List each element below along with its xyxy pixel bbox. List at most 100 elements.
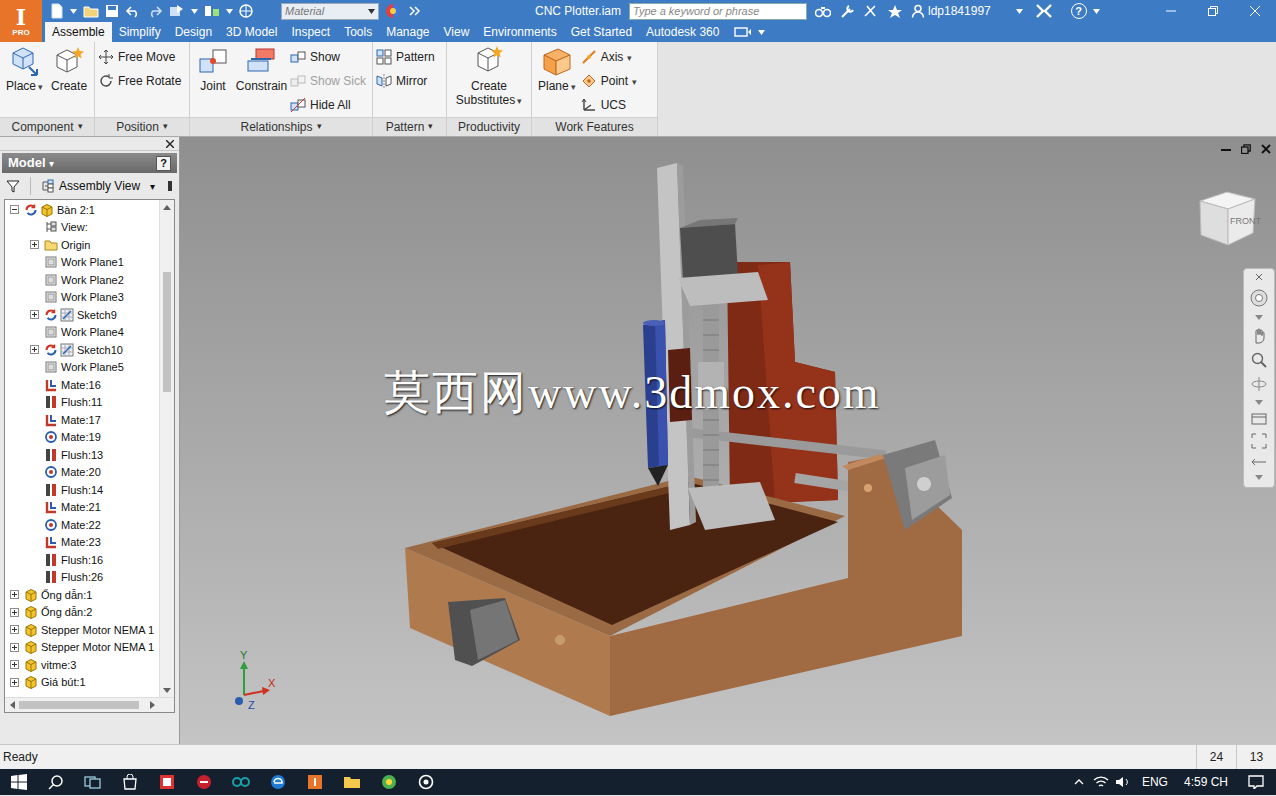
toolbar-icon[interactable] — [815, 3, 831, 19]
tree-item[interactable]: Mate:22 — [5, 516, 159, 534]
group-label[interactable]: Work Features — [532, 117, 657, 136]
tree-item[interactable]: Flush:11 — [5, 394, 159, 412]
show-hidden-icon[interactable] — [1068, 779, 1090, 785]
tree-item[interactable]: Flush:26 — [5, 569, 159, 587]
filter-icon[interactable] — [6, 179, 20, 193]
taskbar-app-icon[interactable] — [296, 769, 333, 795]
taskbar-app-icon[interactable] — [37, 769, 74, 795]
tree-item[interactable]: Work Plane5 — [5, 359, 159, 377]
expand-toggle[interactable] — [30, 345, 39, 354]
browser-header[interactable]: Model▾? — [2, 153, 177, 173]
tree-item[interactable]: Bàn 2:1 — [5, 201, 159, 219]
group-label[interactable]: Component▾ — [0, 117, 94, 136]
toolbar-icon[interactable] — [887, 3, 903, 19]
tree-item[interactable]: Mate:19 — [5, 429, 159, 447]
minimize-icon[interactable] — [1150, 0, 1192, 22]
taskbar-app-icon[interactable] — [74, 769, 111, 795]
toolbar-icon[interactable] — [70, 3, 77, 19]
toolbar-icon[interactable] — [204, 3, 220, 19]
ribbon-tab[interactable]: Assemble — [45, 22, 112, 42]
toolbar-icon[interactable] — [169, 3, 185, 19]
expand-toggle[interactable] — [10, 678, 19, 687]
tree-item[interactable]: Work Plane2 — [5, 271, 159, 289]
ribbon-button[interactable]: Pattern — [376, 45, 438, 69]
expand-toggle[interactable] — [10, 608, 19, 617]
tree-item[interactable]: Work Plane3 — [5, 289, 159, 307]
ribbon-tab[interactable]: 3D Model — [219, 22, 284, 42]
expand-toggle[interactable] — [10, 590, 19, 599]
scrollbar-thumb[interactable] — [19, 701, 139, 709]
expand-toggle[interactable] — [10, 205, 19, 214]
search-field[interactable] — [629, 3, 807, 20]
ribbon-button[interactable]: Free Rotate — [98, 69, 184, 93]
toolbar-icon[interactable] — [191, 3, 198, 19]
tree-item[interactable]: Origin — [5, 236, 159, 254]
tree-item[interactable]: Ống dẫn:2 — [5, 604, 159, 622]
tree-item[interactable]: Work Plane1 — [5, 254, 159, 272]
navigation-icon[interactable] — [1251, 376, 1267, 392]
taskbar-app-icon[interactable] — [148, 769, 185, 795]
taskbar-app-icon[interactable] — [222, 769, 259, 795]
scrollbar-thumb[interactable] — [163, 272, 171, 392]
close-icon[interactable] — [1260, 143, 1272, 155]
volume-icon[interactable] — [1112, 775, 1134, 789]
tree-item[interactable]: Mate:21 — [5, 499, 159, 517]
ribbon-button[interactable]: Show — [290, 45, 369, 69]
toolbar-icon[interactable] — [50, 3, 64, 19]
group-label[interactable]: Pattern▾ — [373, 117, 446, 136]
toolbar-icon[interactable] — [105, 3, 119, 19]
ribbon-tab[interactable]: Design — [168, 22, 219, 42]
ribbon-button[interactable]: Mirror — [376, 69, 438, 93]
taskbar-app-icon[interactable] — [333, 769, 370, 795]
toolbar-icon[interactable] — [147, 3, 163, 19]
clock[interactable]: 4:59 CH — [1176, 773, 1236, 791]
expand-toggle[interactable] — [10, 625, 19, 634]
ribbon-tab[interactable]: Get Started — [564, 22, 639, 42]
tree-item[interactable]: Sketch10 — [5, 341, 159, 359]
tree-item[interactable]: Flush:16 — [5, 551, 159, 569]
tree-item[interactable]: Ống dẫn:1 — [5, 586, 159, 604]
notifications-icon[interactable] — [1236, 775, 1276, 789]
ribbon-tab[interactable]: Tools — [337, 22, 379, 42]
ribbon-button[interactable]: Show Sick — [290, 69, 369, 93]
ribbon-button[interactable]: Axis▾ — [581, 45, 640, 69]
group-label[interactable]: Relationships▾ — [190, 117, 372, 136]
assembly-model[interactable] — [180, 137, 1276, 744]
tree-item[interactable]: Giá bút:1 — [5, 674, 159, 692]
expand-toggle[interactable] — [10, 660, 19, 669]
restore-icon[interactable] — [1192, 0, 1234, 22]
navigation-icon[interactable] — [1251, 328, 1267, 344]
tree-item[interactable]: Work Plane4 — [5, 324, 159, 342]
taskbar-app-icon[interactable] — [111, 769, 148, 795]
group-label[interactable]: Productivity — [447, 117, 531, 136]
view-cube[interactable]: FRONT — [1195, 187, 1259, 247]
app-logo[interactable]: IPRO — [0, 0, 42, 42]
ribbon-button[interactable]: Hide All — [290, 93, 369, 117]
close-icon[interactable] — [165, 140, 175, 148]
exchange-icon[interactable] — [1035, 3, 1053, 19]
graphics-window[interactable]: FRONTYXZ莫西网www.3dmox.com — [180, 137, 1276, 744]
ribbon-button[interactable]: Joint — [193, 45, 233, 93]
help-button[interactable]: ? — [156, 156, 171, 171]
ribbon-tab[interactable]: Inspect — [284, 22, 337, 42]
tree-item[interactable]: Mate:17 — [5, 411, 159, 429]
ribbon-button[interactable]: Place▾ — [3, 45, 46, 94]
tree-item[interactable]: Stepper Motor NEMA 1 — [5, 621, 159, 639]
expand-toggle[interactable] — [10, 643, 19, 652]
taskbar-app-icon[interactable] — [407, 769, 444, 795]
navigation-icon[interactable] — [1255, 475, 1263, 480]
ribbon-button[interactable]: UCS — [581, 93, 640, 117]
vertical-scrollbar[interactable] — [159, 200, 174, 697]
pin-icon[interactable] — [167, 180, 173, 192]
ribbon-button[interactable]: Free Move — [98, 45, 184, 69]
group-label[interactable]: Position▾ — [95, 117, 189, 136]
toolbar-icon[interactable] — [839, 3, 855, 19]
more-icon[interactable] — [409, 6, 421, 16]
toolbar-icon[interactable] — [83, 3, 99, 19]
navigation-icon[interactable] — [1251, 413, 1267, 425]
ribbon-button[interactable]: Plane▾ — [535, 45, 579, 94]
material-dropdown[interactable]: Material — [281, 3, 379, 20]
close-icon[interactable] — [1234, 0, 1276, 22]
navigation-icon[interactable] — [1251, 433, 1267, 449]
video-icon[interactable] — [734, 22, 756, 42]
